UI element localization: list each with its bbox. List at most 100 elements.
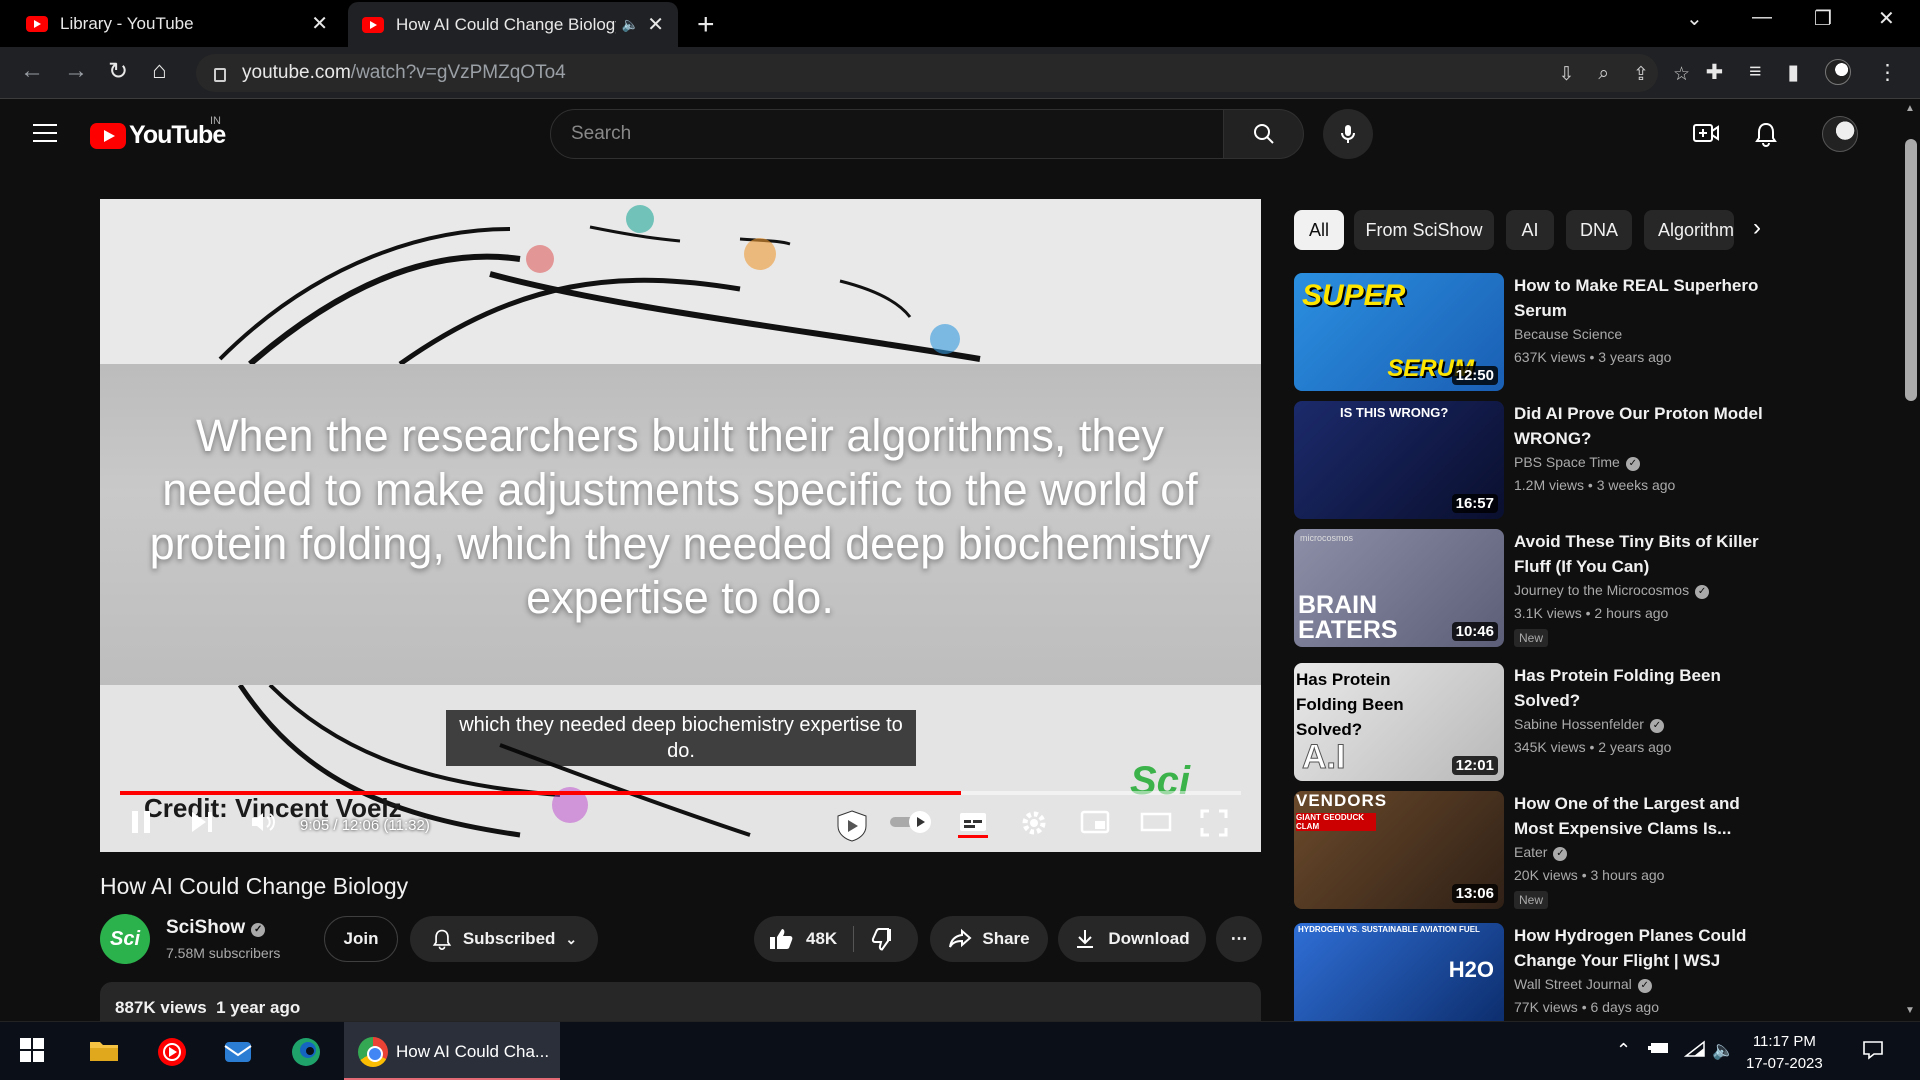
scrollbar-thumb[interactable] — [1905, 139, 1917, 401]
channel-name-text[interactable]: Eater — [1514, 844, 1547, 860]
sponsor-block-icon[interactable] — [835, 809, 869, 850]
fullscreen-icon[interactable] — [1200, 809, 1228, 844]
video-thumbnail[interactable]: HYDROGEN VS. SUSTAINABLE AVIATION FUEL H… — [1294, 923, 1504, 1021]
video-player[interactable]: When the researchers built their algorit… — [100, 199, 1261, 852]
chrome-menu-icon[interactable]: ⋮ — [1877, 60, 1898, 85]
notification-center-icon[interactable] — [1862, 1040, 1884, 1065]
video-thumbnail[interactable]: IS THIS WRONG? 16:57 — [1294, 401, 1504, 519]
settings-gear-icon[interactable] — [1020, 809, 1048, 844]
recommendation-channel[interactable]: Because Science — [1514, 326, 1622, 342]
progress-bar[interactable] — [120, 791, 1241, 795]
voice-search-button[interactable] — [1323, 109, 1373, 159]
volume-button[interactable] — [250, 809, 276, 842]
account-avatar[interactable] — [1822, 116, 1858, 152]
close-tab-icon[interactable]: ✕ — [647, 12, 664, 37]
channel-name-text[interactable]: Sabine Hossenfelder — [1514, 716, 1644, 732]
dislike-button[interactable] — [871, 927, 897, 956]
tab-library[interactable]: Library - YouTube ✕ — [12, 0, 342, 47]
channel-name-text[interactable]: Because Science — [1514, 326, 1622, 342]
media-control-icon[interactable]: ≡ — [1749, 60, 1761, 84]
chip-ai[interactable]: AI — [1506, 210, 1554, 250]
profile-avatar[interactable] — [1825, 59, 1851, 85]
channel-name-text[interactable]: PBS Space Time — [1514, 454, 1620, 470]
speaker-icon[interactable]: 🔈 — [1712, 1040, 1734, 1061]
more-actions-button[interactable]: ⋯ — [1216, 916, 1262, 962]
address-bar[interactable]: youtube.com/watch?v=gVzPMZqOTo4 — [196, 54, 1658, 92]
guide-menu-icon[interactable] — [33, 124, 57, 148]
chip-algorithm[interactable]: Algorithm — [1644, 210, 1734, 250]
home-icon[interactable]: ⌂ — [152, 57, 167, 85]
pause-button[interactable] — [130, 809, 152, 842]
recommendation-title[interactable]: How One of the Largest and Most Expensiv… — [1514, 791, 1769, 841]
recommendation-channel[interactable]: PBS Space Time ✓ — [1514, 454, 1640, 471]
video-thumbnail[interactable]: BRAIN EATERS microcosmos 10:46 — [1294, 529, 1504, 647]
side-panel-icon[interactable]: ▮ — [1787, 60, 1799, 85]
youtube-music-icon[interactable] — [156, 1036, 188, 1068]
subtitles-button[interactable] — [958, 809, 988, 846]
battery-icon[interactable] — [1648, 1040, 1672, 1061]
tab-audio-icon[interactable]: 🔈 — [622, 16, 639, 33]
close-tab-icon[interactable]: ✕ — [311, 11, 328, 36]
recommendation-title[interactable]: Has Protein Folding Been Solved? — [1514, 663, 1769, 713]
video-thumbnail[interactable]: Has Protein Folding Been Solved? A.I 12:… — [1294, 663, 1504, 781]
recommendation-channel[interactable]: Wall Street Journal ✓ — [1514, 976, 1652, 993]
chip-from-scishow[interactable]: From SciShow — [1354, 210, 1494, 250]
windows-start-icon[interactable] — [18, 1036, 50, 1068]
restore-button[interactable]: ❐ — [1814, 6, 1832, 31]
channel-name[interactable]: SciShow ✓ — [166, 917, 266, 939]
back-icon[interactable]: ← — [20, 57, 44, 85]
install-app-icon[interactable]: ⇩ — [1558, 63, 1574, 86]
tab-search-icon[interactable]: ⌄ — [1686, 6, 1703, 31]
channel-name-text[interactable]: Wall Street Journal — [1514, 976, 1632, 992]
chip-all[interactable]: All — [1294, 210, 1344, 250]
recommendation-card[interactable]: HYDROGEN VS. SUSTAINABLE AVIATION FUEL H… — [1294, 923, 1774, 1021]
recommendation-card[interactable]: VENDORS GIANT GEODUCK CLAM 13:06 How One… — [1294, 791, 1774, 911]
channel-name-text[interactable]: SciShow — [166, 917, 245, 938]
page-scrollbar[interactable]: ▲ ▼ — [1900, 99, 1920, 1021]
recommendation-channel[interactable]: Eater ✓ — [1514, 844, 1568, 861]
wifi-icon[interactable] — [1683, 1040, 1706, 1063]
autoplay-toggle[interactable] — [888, 809, 934, 842]
search-input[interactable]: Search — [550, 109, 1224, 159]
share-icon[interactable]: ⇪ — [1633, 63, 1649, 86]
notifications-bell-icon[interactable] — [1754, 121, 1778, 154]
tab-current-video[interactable]: How AI Could Change Biology - YouTube 🔈 … — [348, 2, 678, 47]
close-window-button[interactable]: ✕ — [1878, 6, 1895, 31]
next-video-button[interactable] — [190, 809, 214, 842]
description-box[interactable]: 887K views 1 year ago — [100, 982, 1261, 1022]
share-button[interactable]: Share — [930, 916, 1048, 962]
reload-icon[interactable]: ↻ — [108, 57, 128, 86]
chip-dna[interactable]: DNA — [1566, 210, 1632, 250]
video-thumbnail[interactable]: VENDORS GIANT GEODUCK CLAM 13:06 — [1294, 791, 1504, 909]
scroll-up-icon[interactable]: ▲ — [1905, 103, 1915, 114]
show-hidden-icons-chevron-icon[interactable]: ⌃ — [1616, 1040, 1631, 1061]
miniplayer-icon[interactable] — [1080, 809, 1110, 842]
zoom-icon[interactable]: ⌕ — [1598, 63, 1609, 86]
video-thumbnail[interactable]: SUPER SERUM 12:50 — [1294, 273, 1504, 391]
channel-watermark[interactable]: Sci — [1130, 759, 1190, 804]
mail-app-icon[interactable] — [222, 1036, 254, 1068]
scroll-down-icon[interactable]: ▼ — [1905, 1005, 1915, 1016]
recommendation-card[interactable]: Has Protein Folding Been Solved? A.I 12:… — [1294, 663, 1774, 783]
channel-avatar[interactable]: Sci — [100, 914, 150, 964]
recommendation-title[interactable]: Did AI Prove Our Proton Model WRONG? — [1514, 401, 1769, 451]
lock-icon[interactable] — [214, 68, 226, 82]
recommendation-title[interactable]: Avoid These Tiny Bits of Killer Fluff (I… — [1514, 529, 1769, 579]
new-tab-button[interactable]: + — [697, 8, 715, 42]
join-button[interactable]: Join — [324, 916, 398, 962]
subscribed-button[interactable]: Subscribed ⌄ — [410, 916, 598, 962]
edge-browser-icon[interactable] — [290, 1036, 322, 1068]
extensions-puzzle-icon[interactable]: ✚ — [1706, 60, 1724, 85]
bookmark-star-icon[interactable]: ☆ — [1673, 63, 1690, 86]
like-button[interactable]: 48K — [768, 927, 837, 951]
recommendation-title[interactable]: How Hydrogen Planes Could Change Your Fl… — [1514, 923, 1769, 973]
recommendation-title[interactable]: How to Make REAL Superhero Serum — [1514, 273, 1769, 323]
download-button[interactable]: Download — [1058, 916, 1206, 962]
recommendation-card[interactable]: IS THIS WRONG? 16:57 Did AI Prove Our Pr… — [1294, 401, 1774, 521]
taskbar-chrome-window[interactable]: How AI Could Cha... — [344, 1022, 560, 1080]
search-button[interactable] — [1224, 109, 1304, 159]
forward-icon[interactable]: → — [64, 57, 88, 85]
recommendation-card[interactable]: BRAIN EATERS microcosmos 10:46 Avoid The… — [1294, 529, 1774, 649]
channel-name-text[interactable]: Journey to the Microcosmos — [1514, 582, 1689, 598]
recommendation-channel[interactable]: Journey to the Microcosmos ✓ — [1514, 582, 1710, 599]
